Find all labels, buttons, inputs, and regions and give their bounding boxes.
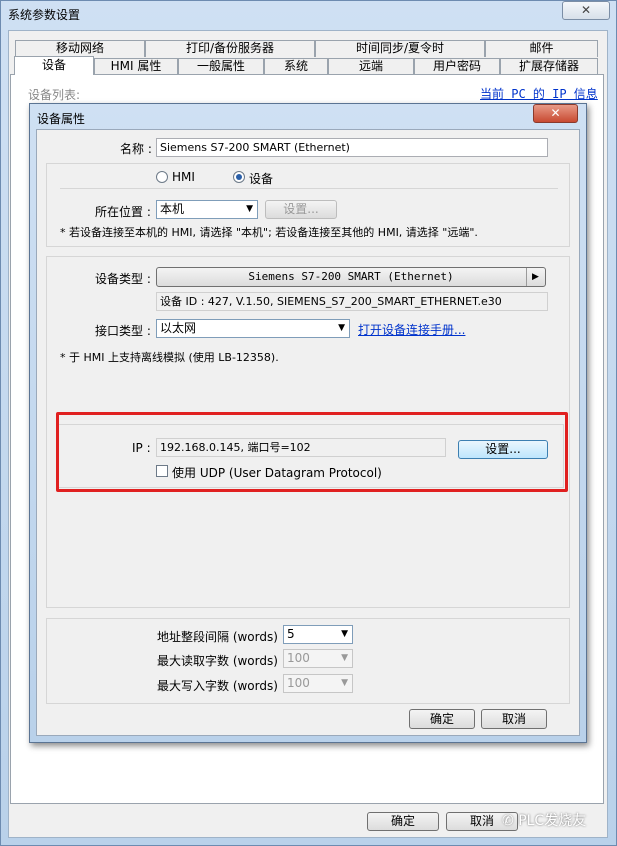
- tab-time-sync[interactable]: 时间同步/夏令时: [315, 40, 485, 57]
- open-manual-link[interactable]: 打开设备连接手册...: [358, 321, 465, 338]
- max-write-value: 100: [287, 676, 310, 690]
- tab-mail[interactable]: 邮件: [485, 40, 598, 57]
- dialog-ok-button[interactable]: 确定: [409, 709, 475, 729]
- max-read-label: 最大读取字数 (words) :: [157, 654, 286, 668]
- offline-sim-note: * 于 HMI 上支持离线模拟 (使用 LB-12358).: [60, 351, 279, 364]
- tab-system[interactable]: 系统: [264, 58, 328, 74]
- watermark: ✆ PLC发烧友: [502, 810, 586, 830]
- addr-interval-select[interactable]: 5 ▼: [283, 625, 353, 644]
- location-divider: [60, 188, 558, 189]
- chevron-down-icon: ▼: [341, 629, 348, 639]
- max-write-select[interactable]: 100 ▼: [283, 674, 353, 693]
- window-title: 系统参数设置: [8, 8, 81, 22]
- dialog-cancel-button[interactable]: 取消: [481, 709, 547, 729]
- dialog-title: 设备属性: [37, 112, 86, 126]
- location-settings-button[interactable]: 设置...: [265, 200, 337, 219]
- tab-general-properties[interactable]: 一般属性: [178, 58, 264, 74]
- device-list-label: 设备列表:: [28, 88, 81, 102]
- watermark-text: PLC发烧友: [518, 813, 587, 829]
- radio-device-label: 设备: [249, 172, 274, 186]
- tab-mobile-network[interactable]: 移动网络: [15, 40, 145, 57]
- addr-interval-label: 地址整段间隔 (words) :: [157, 630, 286, 644]
- name-label: 名称 :: [120, 142, 152, 156]
- interface-type-value: 以太网: [160, 321, 197, 335]
- location-select[interactable]: 本机 ▼: [156, 200, 258, 219]
- max-write-label: 最大写入字数 (words) :: [157, 679, 286, 693]
- radio-device[interactable]: [233, 171, 245, 183]
- tab-hmi-properties[interactable]: HMI 属性: [94, 58, 178, 74]
- device-type-value: Siemens S7-200 SMART (Ethernet): [248, 270, 454, 283]
- device-type-button[interactable]: Siemens S7-200 SMART (Ethernet): [156, 267, 546, 287]
- radio-hmi[interactable]: [156, 171, 168, 183]
- chevron-down-icon: ▼: [341, 653, 348, 663]
- tab-device[interactable]: 设备: [14, 56, 94, 75]
- location-label: 所在位置 :: [95, 205, 151, 219]
- tab-user-password[interactable]: 用户密码: [414, 58, 500, 74]
- location-select-value: 本机: [160, 202, 185, 216]
- radio-hmi-label: HMI: [172, 170, 195, 184]
- max-read-value: 100: [287, 651, 310, 665]
- tab-extended-storage[interactable]: 扩展存储器: [500, 58, 598, 74]
- chevron-right-icon: ▶: [526, 268, 544, 286]
- tab-print-backup-server[interactable]: 打印/备份服务器: [145, 40, 315, 57]
- chevron-down-icon: ▼: [338, 323, 345, 333]
- window-close-button[interactable]: ✕: [562, 1, 610, 20]
- highlight-box: [56, 412, 568, 492]
- chevron-down-icon: ▼: [341, 678, 348, 688]
- tab-remote[interactable]: 远端: [328, 58, 414, 74]
- chevron-down-icon: ▼: [246, 204, 253, 214]
- device-id-field: 设备 ID : 427, V.1.50, SIEMENS_S7_200_SMAR…: [156, 292, 548, 311]
- interface-type-select[interactable]: 以太网 ▼: [156, 319, 350, 338]
- device-type-label: 设备类型 :: [95, 272, 151, 286]
- outer-ok-button[interactable]: 确定: [367, 812, 439, 831]
- addr-interval-value: 5: [287, 627, 295, 641]
- interface-type-label: 接口类型 :: [95, 324, 151, 338]
- name-input[interactable]: Siemens S7-200 SMART (Ethernet): [156, 138, 548, 157]
- dialog-close-button[interactable]: ✕: [533, 104, 578, 123]
- location-note: * 若设备连接至本机的 HMI, 请选择 "本机"; 若设备连接至其他的 HMI…: [60, 226, 478, 239]
- current-pc-ip-link[interactable]: 当前 PC 的 IP 信息: [480, 85, 598, 102]
- wechat-icon: ✆: [502, 813, 514, 829]
- max-read-select[interactable]: 100 ▼: [283, 649, 353, 668]
